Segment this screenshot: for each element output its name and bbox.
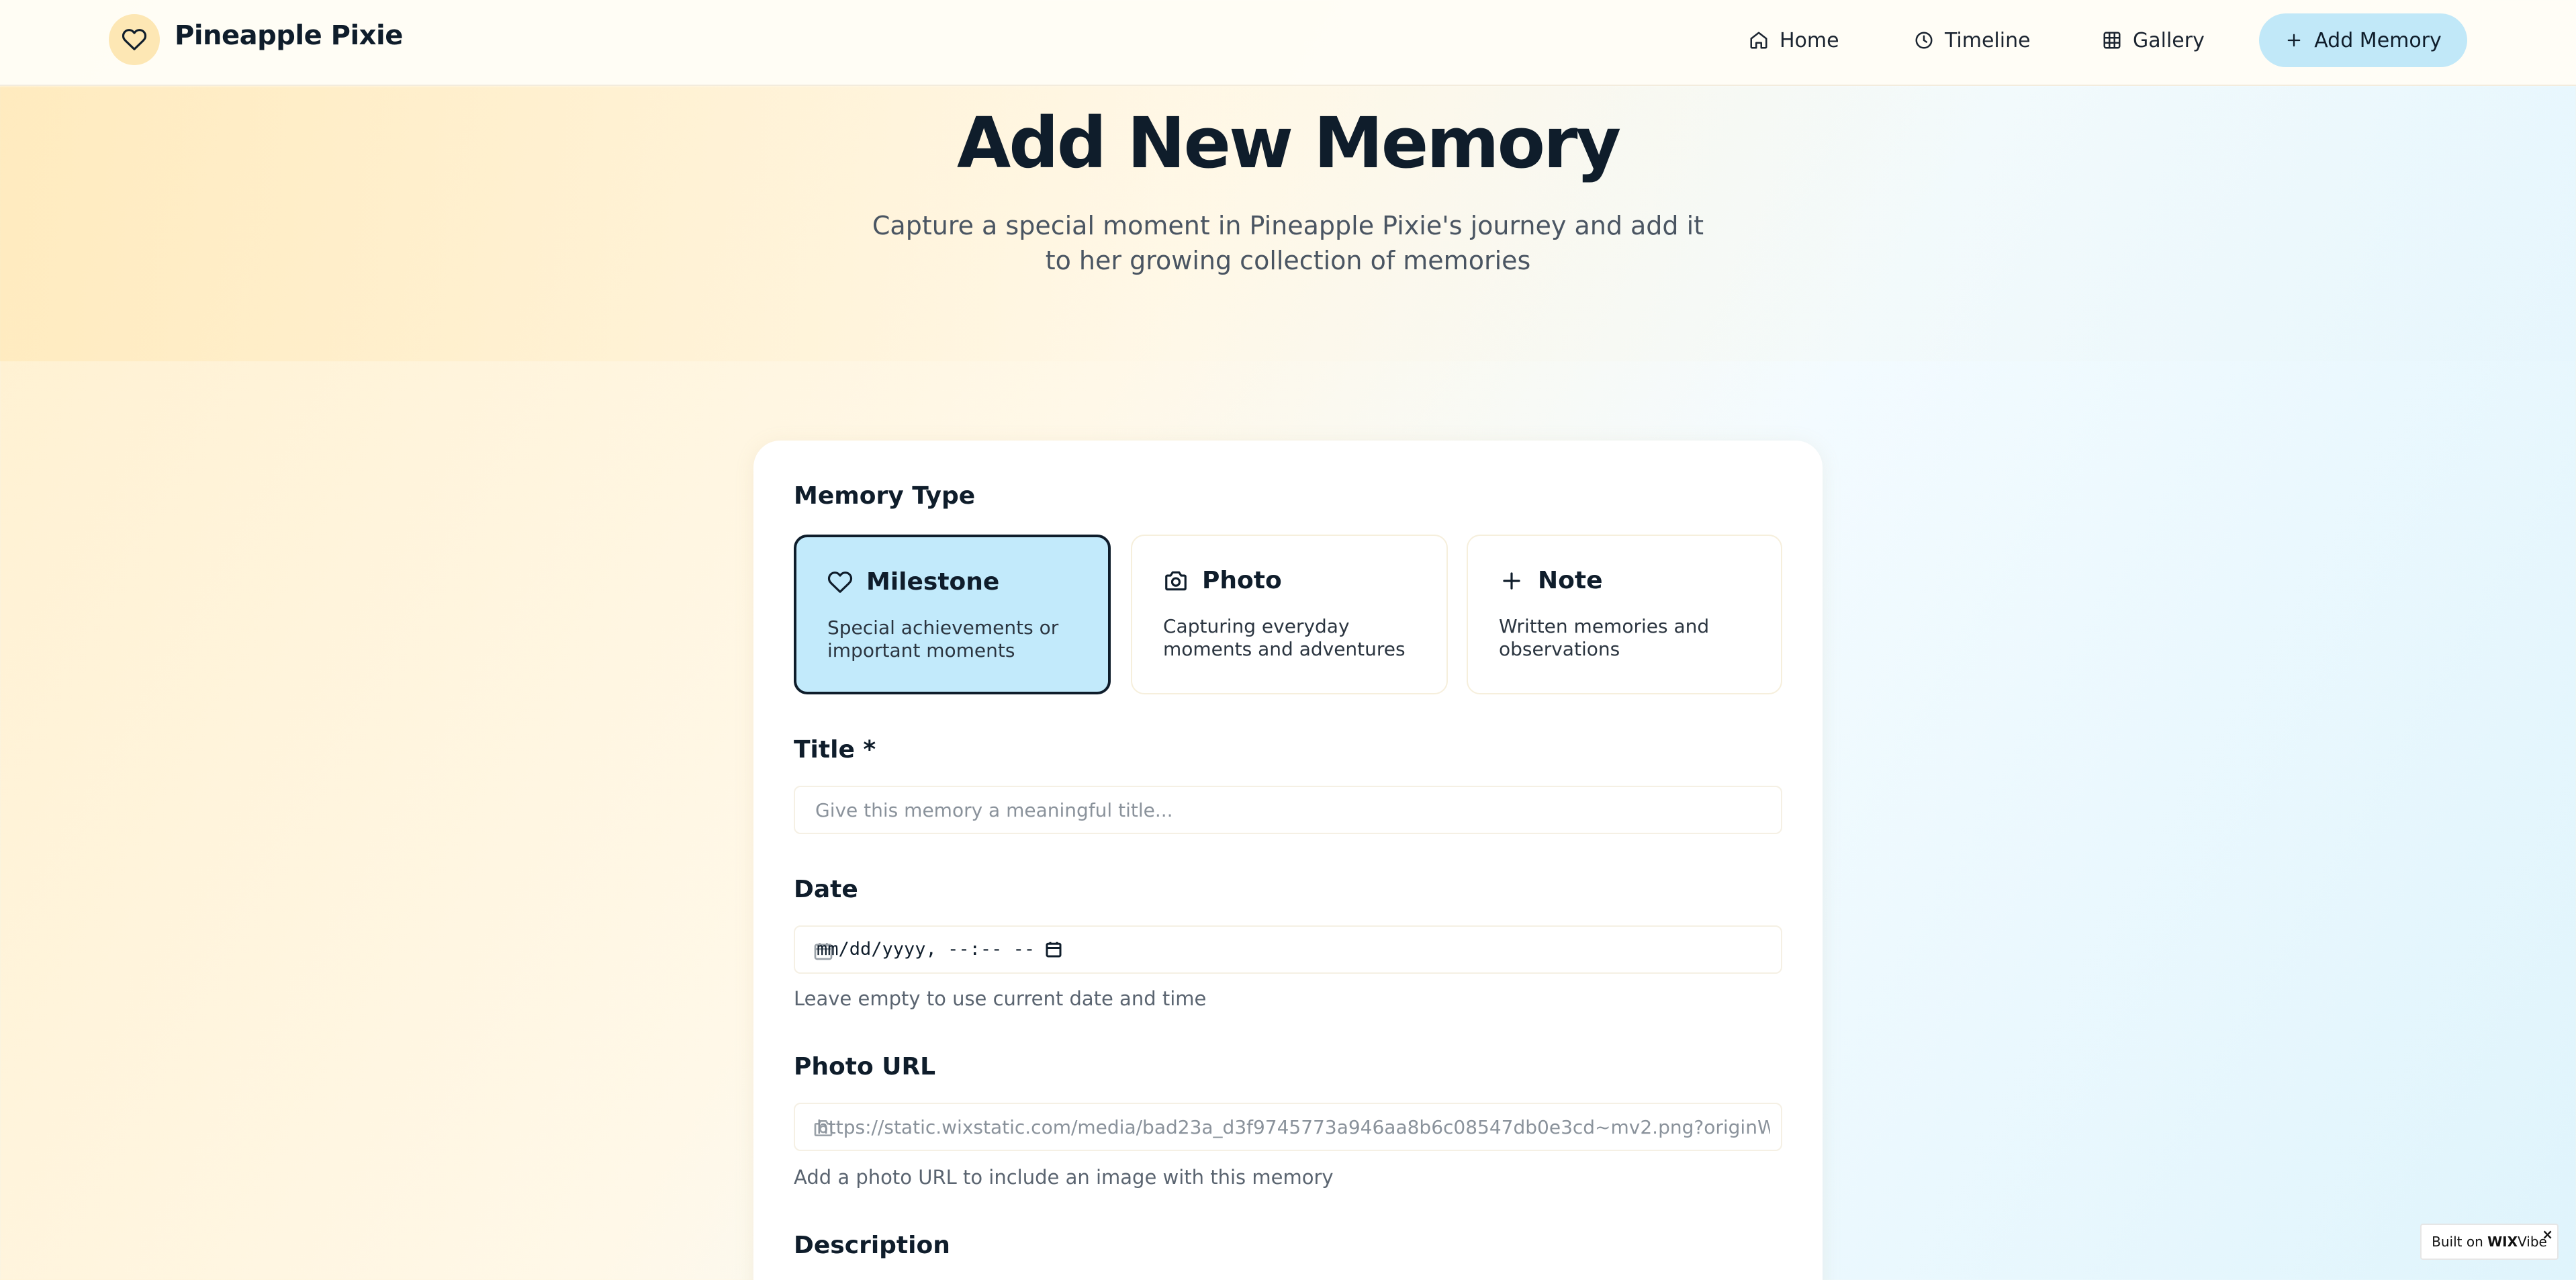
photo-description: Capturing everyday moments and adventure… — [1163, 615, 1406, 660]
nav-gallery[interactable]: Gallery — [2102, 26, 2205, 55]
photo-url-input[interactable]: https://static.wixstatic.com/media/bad23… — [794, 1103, 1782, 1151]
badge-prefix: Built on — [2432, 1234, 2488, 1250]
home-icon — [1750, 32, 1767, 49]
add-memory-label: Add Memory — [2314, 28, 2442, 52]
page-title: Add New Memory — [956, 102, 1621, 184]
nav-gallery-label: Gallery — [2133, 28, 2205, 52]
badge-brand: WIX — [2487, 1234, 2518, 1250]
description-label: Description — [794, 1232, 950, 1259]
calendar-picker-icon[interactable] — [1044, 939, 1064, 960]
memory-type-milestone[interactable]: Milestone Special achievements or import… — [794, 535, 1111, 694]
photo-url-label: Photo URL — [794, 1053, 936, 1081]
date-label: Date — [794, 876, 858, 903]
add-memory-button[interactable]: Add Memory — [2259, 13, 2467, 67]
note-title: Note — [1538, 567, 1603, 594]
nav-home-label: Home — [1780, 28, 1839, 52]
memory-type-label: Memory Type — [794, 482, 976, 510]
milestone-title: Milestone — [866, 568, 1000, 596]
photo-url-value: https://static.wixstatic.com/media/bad23… — [817, 1116, 1770, 1138]
title-input[interactable]: Give this memory a meaningful title... — [794, 786, 1782, 834]
top-navigation-bar: Pineapple Pixie Home Timeline Gallery Ad… — [0, 0, 2576, 86]
date-hint: Leave empty to use current date and time — [794, 987, 1207, 1010]
memory-type-note[interactable]: Note Written memories and observations — [1467, 535, 1782, 694]
camera-icon — [1165, 571, 1187, 590]
heart-logo-icon[interactable] — [109, 14, 160, 65]
heart-icon — [827, 571, 853, 593]
photo-url-hint: Add a photo URL to include an image with… — [794, 1166, 1334, 1189]
nav-timeline-label: Timeline — [1945, 28, 2031, 52]
nav-home[interactable]: Home — [1749, 26, 1839, 55]
memory-type-photo[interactable]: Photo Capturing everyday moments and adv… — [1131, 535, 1448, 694]
title-placeholder: Give this memory a meaningful title... — [815, 798, 1173, 821]
milestone-description: Special achievements or important moment… — [827, 616, 1059, 661]
date-value: mm/dd/yyyy, --:-- -- — [817, 939, 1036, 960]
page-subtitle: Capture a special moment in Pineapple Pi… — [872, 211, 1704, 275]
note-description: Written memories and observations — [1499, 615, 1710, 660]
brand-name[interactable]: Pineapple Pixie — [175, 20, 403, 51]
clock-icon — [1915, 32, 1933, 49]
built-on-wix-badge[interactable]: Built on WIX Vibe × — [2420, 1224, 2559, 1260]
date-input[interactable]: mm/dd/yyyy, --:-- -- — [794, 925, 1782, 974]
title-label: Title * — [794, 736, 876, 764]
nav-timeline[interactable]: Timeline — [1914, 26, 2031, 55]
plus-icon — [1503, 572, 1520, 590]
plus-icon — [2287, 34, 2301, 47]
photo-title: Photo — [1202, 567, 1282, 594]
badge-close-button[interactable]: × — [2542, 1226, 2553, 1242]
grid-icon — [2103, 32, 2121, 49]
